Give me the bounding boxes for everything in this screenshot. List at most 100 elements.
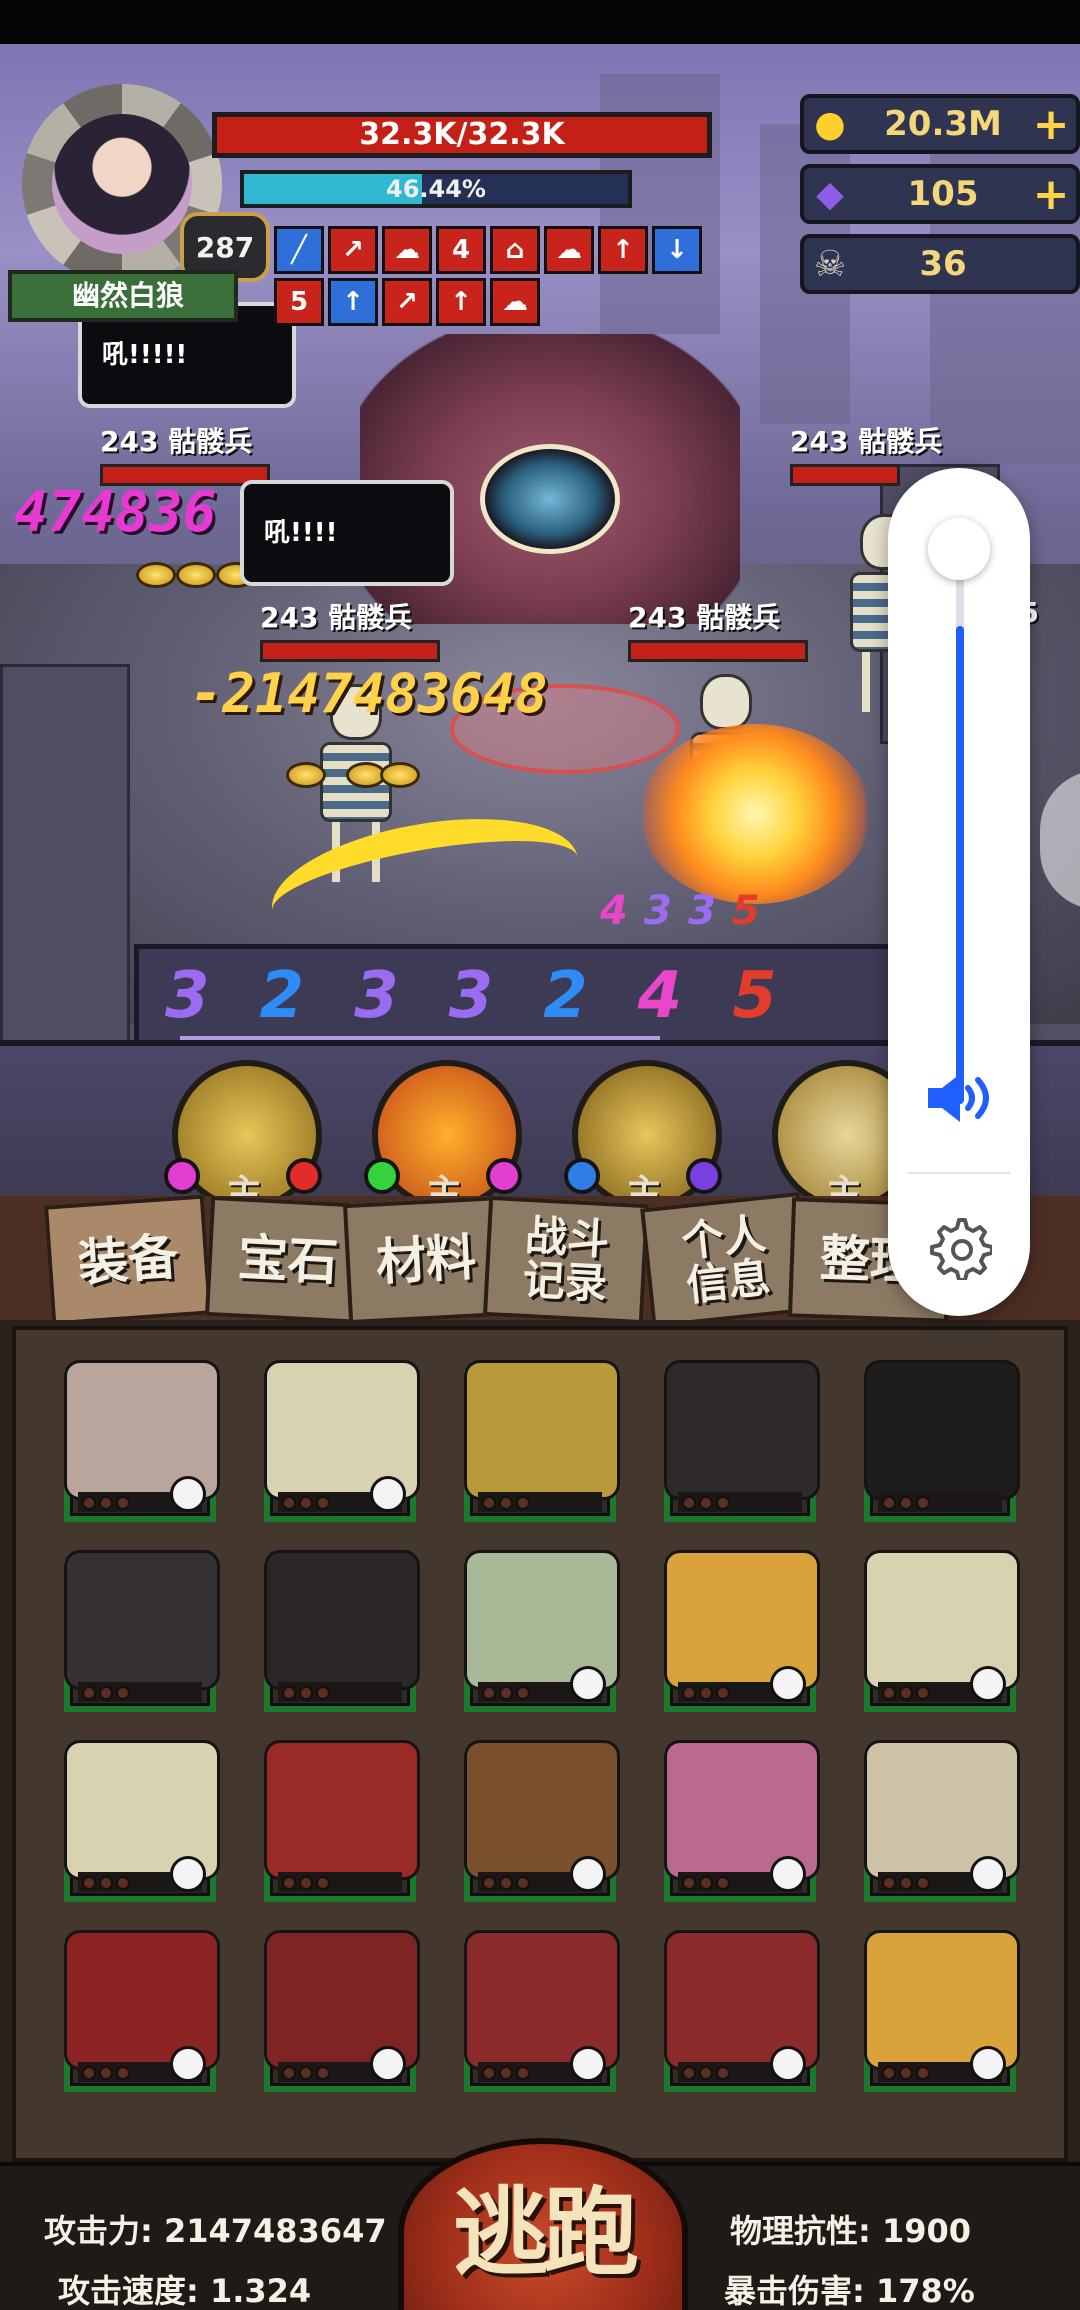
- buff-icon[interactable]: ↑: [436, 278, 486, 326]
- item-rank-dots: [482, 1496, 530, 1510]
- item-rank-dots: [882, 1686, 930, 1700]
- buff-icon[interactable]: ☁: [490, 278, 540, 326]
- enemy-label: 243 骷髅兵: [100, 425, 253, 458]
- stat-attack-speed: 攻击速度: 1.324: [58, 2272, 312, 2310]
- inventory-slot[interactable]: [664, 1930, 820, 2092]
- gold-coin-drop[interactable]: [136, 562, 176, 588]
- speaker-icon[interactable]: [922, 1068, 998, 1128]
- spirit-badge-icon: [770, 1666, 806, 1702]
- gold-coin-drop[interactable]: [286, 762, 326, 788]
- inventory-slot[interactable]: [64, 1550, 220, 1712]
- item-rank-dots: [482, 2066, 530, 2080]
- demon-badge-icon: [170, 2046, 206, 2082]
- inventory-slot[interactable]: [864, 1930, 1020, 2092]
- dark-boots-icon: [664, 1360, 820, 1500]
- inventory-panel: [0, 1320, 1080, 2162]
- inventory-slot[interactable]: [64, 1740, 220, 1902]
- buff-icon[interactable]: ⌂: [490, 226, 540, 274]
- combo-rune: 2: [543, 959, 588, 1033]
- skull-badge-icon: [770, 1856, 806, 1892]
- inventory-slot[interactable]: [264, 1550, 420, 1712]
- buff-icon[interactable]: 4: [436, 226, 486, 274]
- skull-badge-icon: [570, 1856, 606, 1892]
- skill-socket: [486, 1158, 522, 1194]
- flee-label: 逃跑: [453, 2176, 639, 2289]
- hero-xp-bar: 46.44%: [240, 170, 632, 208]
- demon-badge-icon: [970, 2046, 1006, 2082]
- spirit-badge-icon: [970, 1666, 1006, 1702]
- buff-icon[interactable]: ↑: [598, 226, 648, 274]
- skull-badge-icon: [970, 1856, 1006, 1892]
- inventory-slot[interactable]: [64, 1360, 220, 1522]
- dark-robe-icon: [864, 1360, 1020, 1500]
- gear-icon[interactable]: [926, 1214, 992, 1280]
- avatar: [52, 114, 192, 254]
- boss-mouth: [480, 444, 620, 554]
- enemy-label: 243 骷髅兵: [790, 425, 943, 458]
- stone-pillar: [0, 664, 130, 1084]
- item-rank-dots: [82, 1686, 130, 1700]
- item-rank-dots: [82, 2066, 130, 2080]
- inventory-slot[interactable]: [664, 1360, 820, 1522]
- item-rank-dots: [882, 1876, 930, 1890]
- stat-attack: 攻击力: 2147483647: [44, 2212, 387, 2250]
- stat-crit-damage: 暴击伤害: 178%: [724, 2272, 975, 2310]
- combo-queue-rune: 5: [732, 888, 760, 934]
- demon-badge-icon: [370, 2046, 406, 2082]
- add-gold-button[interactable]: +: [1026, 99, 1076, 150]
- inventory-slot[interactable]: [264, 1360, 420, 1522]
- enemy-hp-bar: [628, 640, 808, 662]
- buff-icon[interactable]: ☁: [382, 226, 432, 274]
- buff-icon[interactable]: ↓: [652, 226, 702, 274]
- ram-skull-counter: ☠ 36: [800, 234, 1080, 294]
- tab-profile[interactable]: 个人 信息: [640, 1191, 812, 1329]
- stat-physical-resistance: 物理抗性: 1900: [730, 2212, 972, 2250]
- item-rank-dots: [482, 1876, 530, 1890]
- skill-socket: [564, 1158, 600, 1194]
- gold-coin-drop[interactable]: [176, 562, 216, 588]
- inventory-slot[interactable]: [64, 1930, 220, 2092]
- skill-socket: [164, 1158, 200, 1194]
- hero-hp-text: 32.3K/32.3K: [359, 117, 565, 152]
- item-rank-dots: [282, 1876, 330, 1890]
- buff-icon[interactable]: ╱: [274, 226, 324, 274]
- inventory-slot[interactable]: [864, 1550, 1020, 1712]
- inventory-slot[interactable]: [264, 1740, 420, 1902]
- tab-equipment[interactable]: 装备: [44, 1194, 212, 1326]
- inventory-slot[interactable]: [864, 1740, 1020, 1902]
- buff-icon[interactable]: ☁: [544, 226, 594, 274]
- enemy-label: 243 骷髅兵: [260, 601, 413, 634]
- buff-icon[interactable]: 5: [274, 278, 324, 326]
- hero-name: 幽然白狼: [8, 270, 238, 322]
- inventory-slot[interactable]: [664, 1550, 820, 1712]
- inventory-slot[interactable]: [864, 1360, 1020, 1522]
- buff-icon[interactable]: ↗: [328, 226, 378, 274]
- inventory-slot[interactable]: [464, 1550, 620, 1712]
- volume-level-fill: [956, 625, 964, 1104]
- volume-slider[interactable]: [956, 548, 964, 1104]
- hero-xp-text: 46.44%: [386, 175, 486, 203]
- buff-icon[interactable]: ↑: [328, 278, 378, 326]
- inventory-slot[interactable]: [464, 1740, 620, 1902]
- inventory-slot[interactable]: [264, 1930, 420, 2092]
- inventory-grid: [12, 1326, 1068, 2162]
- tab-battle-log[interactable]: 战斗 记录: [482, 1195, 650, 1325]
- buff-icon[interactable]: ↗: [382, 278, 432, 326]
- hero-hp-bar: 32.3K/32.3K: [212, 112, 712, 158]
- gold-counter: ● 20.3M +: [800, 94, 1080, 154]
- volume-slider-handle[interactable]: [928, 518, 990, 580]
- inventory-slot[interactable]: [464, 1930, 620, 2092]
- skill-socket: [286, 1158, 322, 1194]
- inventory-slot[interactable]: [664, 1740, 820, 1902]
- gold-value: 20.3M: [884, 104, 1002, 144]
- item-rank-dots: [82, 1876, 130, 1890]
- add-gem-button[interactable]: +: [1026, 169, 1076, 220]
- gold-coin-drop[interactable]: [380, 762, 420, 788]
- combo-rune: 4: [637, 959, 683, 1033]
- item-rank-dots: [682, 2066, 730, 2080]
- gold-coin-icon: ●: [814, 103, 846, 145]
- red-knight-helm-icon: [264, 1740, 420, 1880]
- inventory-slot[interactable]: [464, 1360, 620, 1522]
- gold-helm-icon: [464, 1360, 620, 1500]
- item-rank-dots: [482, 1686, 530, 1700]
